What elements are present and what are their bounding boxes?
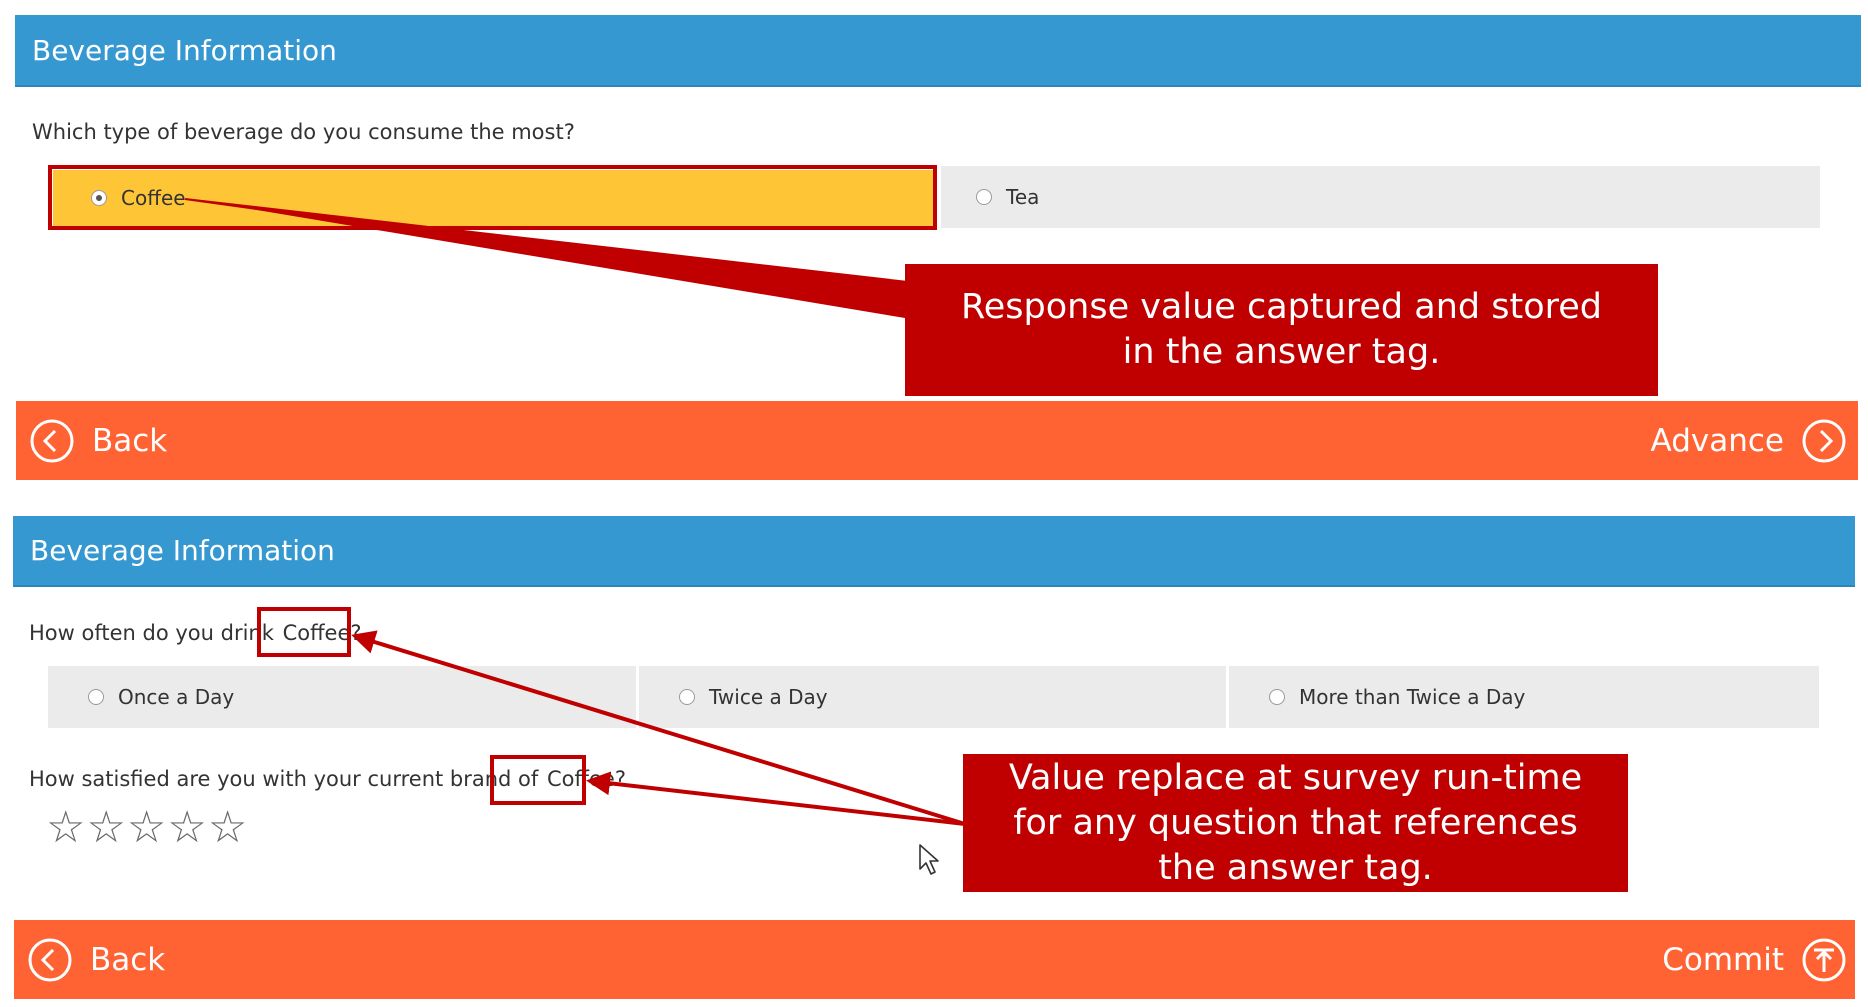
question2-prefix: How satisfied are you with your current … xyxy=(29,767,539,791)
advance-label: Advance xyxy=(1650,423,1784,459)
star-outline-icon[interactable]: ☆ xyxy=(86,806,125,850)
chevron-left-circle-icon xyxy=(30,419,74,463)
advance-button[interactable]: Advance xyxy=(1651,418,1846,464)
section2-header: Beverage Information xyxy=(13,516,1855,587)
radio-icon[interactable] xyxy=(1269,689,1285,705)
radio-icon[interactable] xyxy=(88,689,104,705)
commit-button[interactable]: Commit xyxy=(1662,937,1846,983)
section1-nav-bar xyxy=(16,401,1858,480)
option-more-than-twice[interactable]: More than Twice a Day xyxy=(1229,666,1819,728)
star-outline-icon[interactable]: ☆ xyxy=(167,806,206,850)
section1-back-label: Back xyxy=(92,423,168,459)
arrow-to-question1-tag xyxy=(351,630,966,826)
star-outline-icon[interactable]: ☆ xyxy=(127,806,166,850)
section2-nav-bar xyxy=(14,920,1855,999)
callout-bottom: Value replace at survey run-time for any… xyxy=(963,754,1628,892)
arrow-to-question2-tag xyxy=(586,771,966,826)
commit-label: Commit xyxy=(1662,942,1784,978)
radio-icon[interactable] xyxy=(679,689,695,705)
cursor-icon xyxy=(919,844,939,875)
star-outline-icon[interactable]: ☆ xyxy=(46,806,85,850)
option-once-label: Once a Day xyxy=(118,685,235,709)
option-tea[interactable]: Tea xyxy=(941,166,1820,228)
section1-header: Beverage Information xyxy=(15,15,1861,87)
section2-header-title: Beverage Information xyxy=(30,534,335,567)
option-once-a-day[interactable]: Once a Day xyxy=(48,666,636,728)
callout-top: Response value captured and stored in th… xyxy=(905,264,1658,396)
arrow-up-circle-icon xyxy=(1802,938,1846,982)
star-outline-icon[interactable]: ☆ xyxy=(208,806,247,850)
question1-tag-highlight xyxy=(257,607,351,657)
option-twice-label: Twice a Day xyxy=(709,685,828,709)
option-more-label: More than Twice a Day xyxy=(1299,685,1526,709)
star-rating[interactable]: ☆ ☆ ☆ ☆ ☆ xyxy=(46,806,247,850)
section1-back-button[interactable]: Back xyxy=(30,418,167,464)
question1-prefix: How often do you drink xyxy=(29,621,274,645)
chevron-right-circle-icon xyxy=(1802,419,1846,463)
section2-back-label: Back xyxy=(90,942,166,978)
coffee-highlight-box xyxy=(48,165,937,230)
question2-tag-highlight xyxy=(490,755,586,805)
option-twice-a-day[interactable]: Twice a Day xyxy=(639,666,1226,728)
radio-icon[interactable] xyxy=(976,189,992,205)
section2-back-button[interactable]: Back xyxy=(28,937,165,983)
section1-question: Which type of beverage do you consume th… xyxy=(32,120,575,144)
section1-header-title: Beverage Information xyxy=(32,33,337,67)
chevron-left-circle-icon xyxy=(28,938,72,982)
option-tea-label: Tea xyxy=(1006,185,1040,209)
